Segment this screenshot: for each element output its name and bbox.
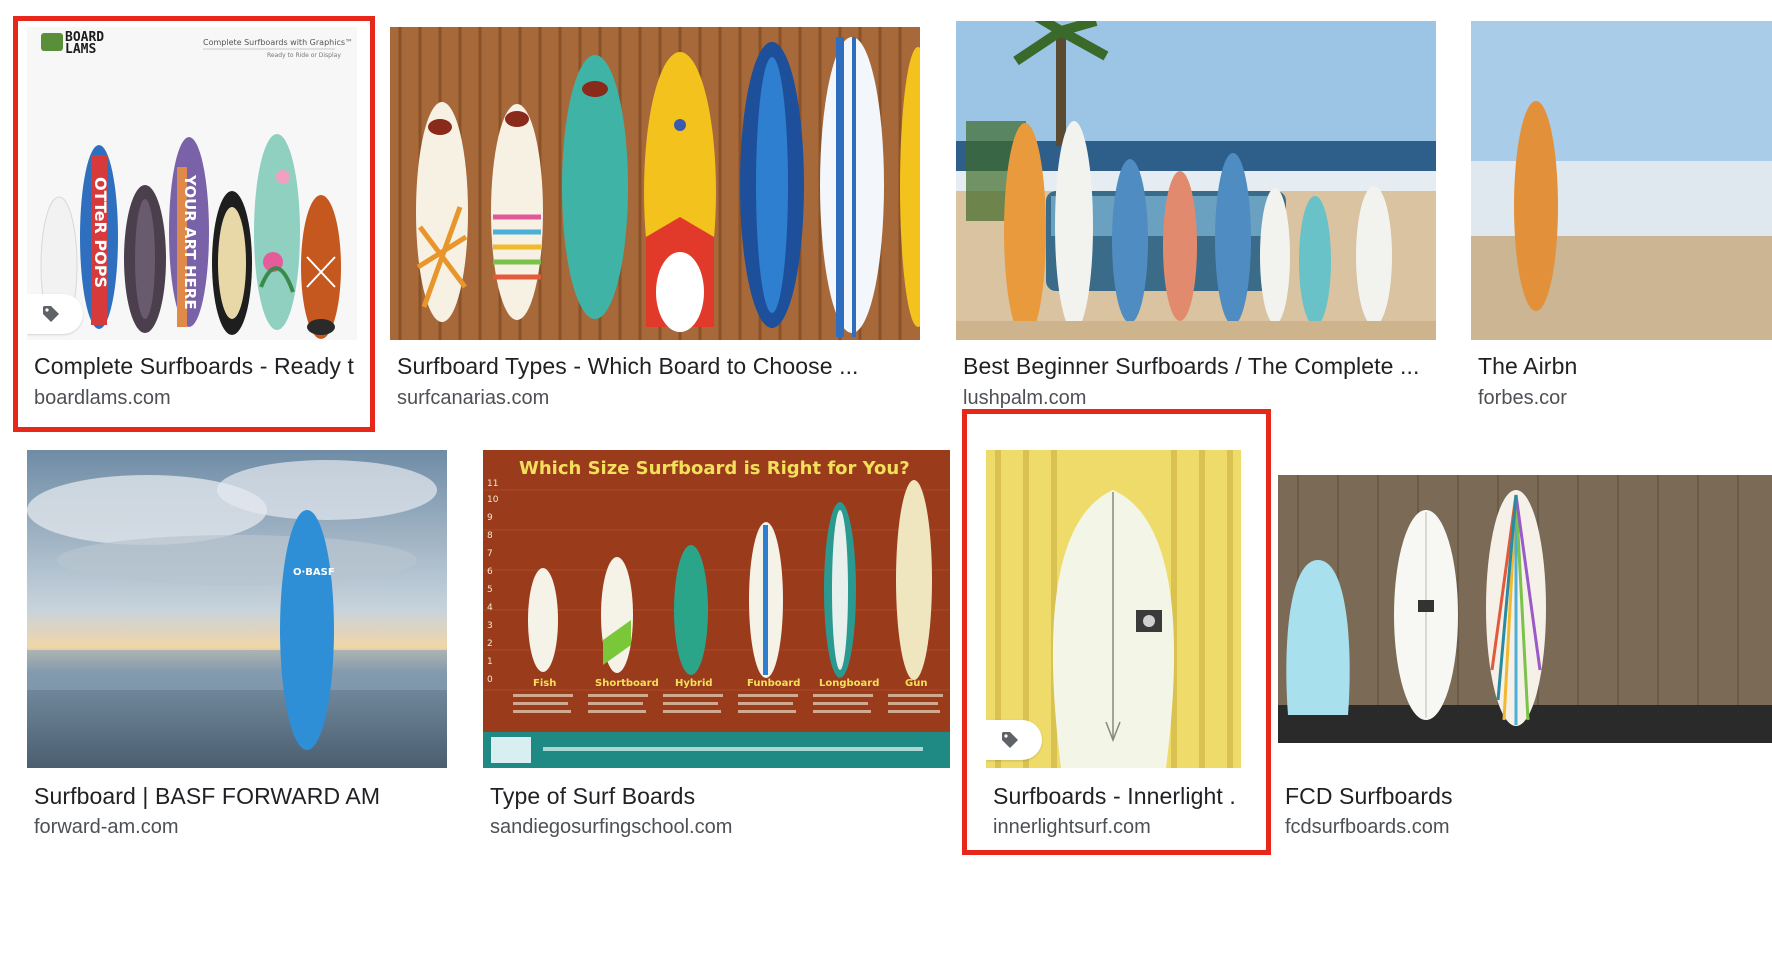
result-source[interactable]: fcdsurfboards.com (1285, 816, 1769, 839)
surfboards-on-wood-wall-image (390, 27, 920, 340)
price-tag-icon (43, 306, 59, 322)
result-thumbnail[interactable]: Which Size Surfboard is Right for You? 1… (483, 450, 950, 768)
board-name-label: Gun (905, 678, 927, 689)
three-surfboards-display-image (1278, 450, 1772, 768)
surfboard-size-infographic-image: Which Size Surfboard is Right for You? 1… (483, 450, 950, 768)
product-tag-badge (27, 294, 83, 334)
result-thumbnail[interactable]: BOARD LAMS Complete Surfboards with Grap… (27, 27, 357, 340)
scale-tick: 5 (487, 585, 493, 595)
image-result-card[interactable]: Surfboards - Innerlight ... innerlightsu… (986, 450, 1241, 845)
result-source[interactable]: surfcanarias.com (397, 387, 917, 410)
result-source[interactable]: innerlightsurf.com (993, 816, 1238, 839)
result-source[interactable]: lushpalm.com (963, 387, 1433, 410)
result-source[interactable]: boardlams.com (34, 387, 354, 410)
scale-tick: 9 (487, 513, 493, 523)
scale-tick: 11 (487, 479, 498, 489)
board-name-label: Hybrid (675, 678, 713, 689)
product-tag-badge (986, 720, 1042, 760)
result-title[interactable]: Surfboard | BASF FORWARD AM (34, 783, 444, 810)
image-result-card[interactable]: The Airbn forbes.cor (1471, 21, 1772, 422)
boards-on-beach-with-van-image (956, 21, 1436, 340)
blue-surfboard-on-beach-image: O·BASF (27, 450, 447, 768)
result-title[interactable]: FCD Surfboards (1285, 783, 1769, 810)
board-name-label: Fish (533, 678, 556, 689)
result-thumbnail[interactable]: O·BASF (27, 450, 447, 768)
image-result-card[interactable]: O·BASF Surfboard | BASF FORWARD AM forwa… (27, 450, 447, 845)
header-line-1: Complete Surfboards with Graphics™ (203, 38, 353, 47)
result-thumbnail[interactable] (1471, 21, 1772, 340)
image-result-card[interactable]: Best Beginner Surfboards / The Complete … (956, 21, 1436, 422)
result-thumbnail[interactable] (390, 27, 920, 340)
result-title[interactable]: Type of Surf Boards (490, 783, 947, 810)
image-result-card[interactable]: Surfboard Types - Which Board to Choose … (390, 27, 920, 422)
result-source[interactable]: forward-am.com (34, 816, 444, 839)
result-source[interactable]: forbes.cor (1478, 387, 1772, 410)
result-source[interactable]: sandiegosurfingschool.com (490, 816, 947, 839)
image-result-card[interactable]: BOARD LAMS Complete Surfboards with Grap… (27, 27, 357, 422)
result-thumbnail[interactable] (1278, 450, 1772, 768)
infographic-heading: Which Size Surfboard is Right for You? (519, 458, 910, 479)
scale-tick: 1 (487, 657, 493, 667)
person-with-surfboard-image (1471, 21, 1772, 340)
scale-tick: 10 (487, 495, 499, 505)
price-tag-icon (1002, 732, 1018, 748)
scale-tick: 2 (487, 639, 493, 649)
result-title[interactable]: The Airbn (1478, 353, 1772, 380)
result-title[interactable]: Surfboard Types - Which Board to Choose … (397, 353, 917, 380)
result-title[interactable]: Surfboards - Innerlight ... (993, 783, 1238, 810)
image-results-grid: BOARD LAMS Complete Surfboards with Grap… (0, 0, 1772, 970)
scale-tick: 7 (487, 549, 493, 559)
result-thumbnail[interactable] (956, 21, 1436, 340)
scale-tick: 0 (487, 675, 493, 685)
scale-tick: 3 (487, 621, 493, 631)
board-logo-text: O·BASF (293, 567, 335, 578)
board-art-text-1: OTTeR POPS (91, 177, 110, 288)
board-name-label: Longboard (819, 678, 879, 689)
header-line-2: Ready to Ride or Display (267, 52, 341, 59)
image-result-card[interactable]: Which Size Surfboard is Right for You? 1… (483, 450, 950, 845)
scale-tick: 6 (487, 567, 493, 577)
result-thumbnail[interactable] (986, 450, 1241, 768)
board-name-label: Funboard (747, 678, 800, 689)
result-title[interactable]: Complete Surfboards - Ready t... (34, 353, 354, 380)
logo-lams-text: LAMS (65, 42, 96, 57)
board-name-label: Shortboard (595, 678, 659, 689)
image-result-card[interactable]: FCD Surfboards fcdsurfboards.com (1278, 450, 1772, 845)
scale-tick: 8 (487, 531, 493, 541)
result-title[interactable]: Best Beginner Surfboards / The Complete … (963, 353, 1433, 380)
scale-tick: 4 (487, 603, 493, 613)
board-art-text-2: YOUR ART HERE (181, 174, 199, 310)
surfboard-graphics-image: BOARD LAMS Complete Surfboards with Grap… (27, 27, 357, 340)
